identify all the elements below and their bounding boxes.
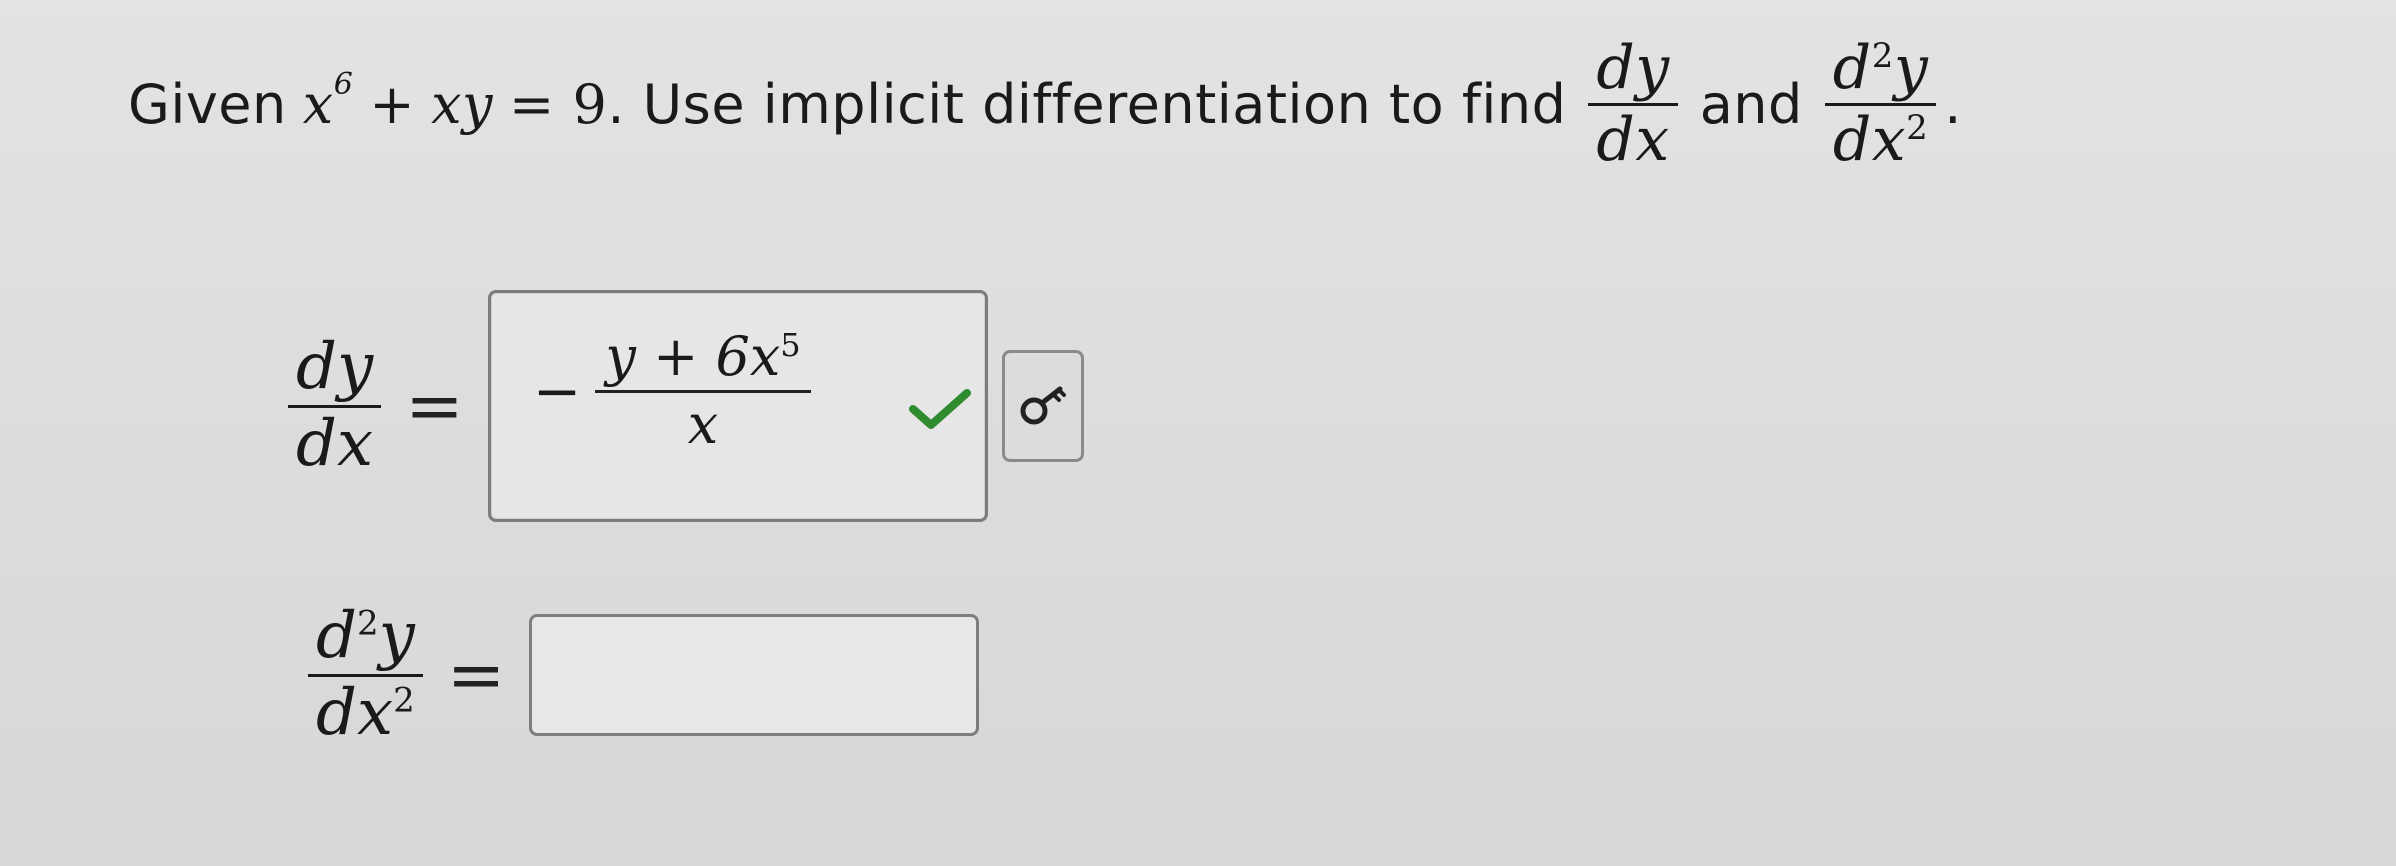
dx2-label-exp: 2 <box>393 680 415 721</box>
d2y-y: y <box>1893 33 1929 103</box>
answer-minus: − <box>532 357 582 426</box>
prompt-dy: dy <box>1596 33 1670 103</box>
answer-fraction: y + 6x5 x <box>595 325 811 458</box>
answer-numerator: y + 6x5 <box>595 325 810 390</box>
dx2-label-dx: dx <box>316 675 394 750</box>
prompt-given: Given <box>128 73 287 136</box>
dx-label: dx <box>296 406 374 481</box>
prompt-instruction: . Use implicit differentiation to find <box>607 73 1567 136</box>
prompt-dx: dx <box>1596 105 1670 175</box>
d2y-dx2-answer-field[interactable] <box>529 614 980 737</box>
second-derivative-row: d2y dx2 = <box>308 599 980 751</box>
d2y-exp: 2 <box>1871 36 1894 76</box>
d2y-label-exp: 2 <box>356 603 379 644</box>
correct-check-icon <box>908 389 971 429</box>
d2y-label-y: y <box>378 599 415 673</box>
prompt-x: x <box>302 73 334 136</box>
answer-expression: − y + 6x5 x <box>533 325 811 458</box>
prompt-and: and <box>1699 73 1803 136</box>
d2y-dx2-label: d2y dx2 <box>308 599 423 751</box>
equals-sign: = <box>446 634 506 717</box>
first-derivative-row: dy dx = − y + 6x5 x <box>288 290 1084 522</box>
prompt-period: . <box>1944 73 1962 136</box>
key-icon <box>1020 386 1066 425</box>
d2y-label-d: d <box>316 599 357 673</box>
answer-key-button[interactable] <box>1001 350 1084 462</box>
dx2-label: dx2 <box>308 675 423 751</box>
prompt-dx2: dx2 <box>1825 106 1936 175</box>
answer-denominator: x <box>687 392 719 456</box>
question-prompt: Given x6 + xy = 9. Use implicit differen… <box>128 34 1962 175</box>
answer-numerator-exp: 5 <box>780 326 801 364</box>
dy-dx-label: dy dx <box>288 329 382 481</box>
prompt-equals: = 9 <box>509 73 608 136</box>
dy-dx-answer-field[interactable]: − y + 6x5 x <box>487 290 988 522</box>
equals-sign: = <box>405 365 464 447</box>
prompt-d2y: d2y <box>1825 34 1936 103</box>
prompt-d2y-dx2: d2y dx2 <box>1824 34 1937 175</box>
prompt-exponent: 6 <box>333 67 354 102</box>
prompt-plus: + <box>369 73 416 136</box>
prompt-xy: xy <box>431 73 494 136</box>
answer-numerator-main: y + 6x <box>605 325 781 388</box>
dy-label: dy <box>296 329 374 404</box>
d2y-d: d <box>1832 33 1872 103</box>
dx2-dx: dx <box>1832 105 1907 175</box>
dx2-exp: 2 <box>1906 108 1929 148</box>
prompt-dy-dx: dy dx <box>1588 33 1678 175</box>
d2y-label: d2y <box>308 599 423 674</box>
